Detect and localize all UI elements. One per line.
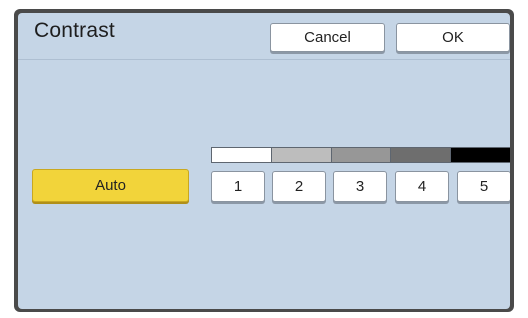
contrast-swatch-3: [330, 148, 391, 162]
contrast-level-4-button[interactable]: 4: [395, 171, 449, 202]
contrast-dialog: Contrast Cancel OK Auto 1 2 3 4 5: [18, 13, 510, 309]
contrast-level-2-button[interactable]: 2: [272, 171, 326, 202]
auto-button[interactable]: Auto: [32, 169, 189, 202]
contrast-swatch-1: [212, 148, 271, 162]
dialog-title: Contrast: [34, 19, 115, 42]
ok-button[interactable]: OK: [396, 23, 510, 52]
contrast-swatch-4: [390, 148, 451, 162]
header-divider: [18, 59, 510, 60]
contrast-level-5-button[interactable]: 5: [457, 171, 510, 202]
contrast-level-3-button[interactable]: 3: [333, 171, 387, 202]
contrast-level-1-button[interactable]: 1: [211, 171, 265, 202]
cancel-button[interactable]: Cancel: [270, 23, 385, 52]
contrast-scale: [211, 147, 510, 163]
contrast-swatch-5: [450, 148, 510, 162]
contrast-swatch-2: [270, 148, 331, 162]
